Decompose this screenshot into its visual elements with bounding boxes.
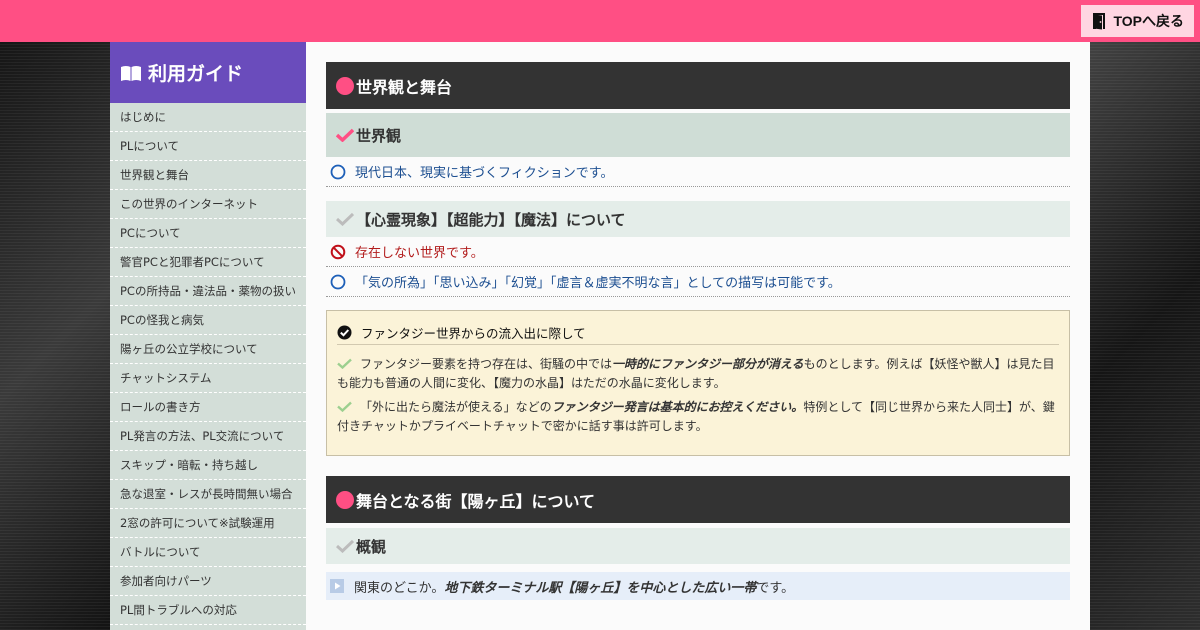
worldview-row: 現代日本、現実に基づくフィクションです。 [326, 157, 1070, 187]
supernatural-ok-text: 「気の所為」「思い込み」「幻覚」「虚言＆虚実不明な言」としての描写は可能です。 [355, 276, 841, 291]
subheading-worldview: 世界観 [326, 113, 1070, 157]
sidebar-item-injury[interactable]: PCの怪我と病気 [110, 306, 306, 335]
sidebar-nav: はじめに PLについて 世界観と舞台 この世界のインターネット PCについて 警… [110, 103, 306, 625]
check-icon [337, 358, 352, 369]
check-icon [336, 128, 354, 142]
sidebar-item-world[interactable]: 世界観と舞台 [110, 161, 306, 190]
top-return-label: TOPへ戻る [1113, 13, 1184, 29]
sidebar: 利用ガイド はじめに PLについて 世界観と舞台 この世界のインターネット PC… [110, 42, 306, 630]
check-icon [337, 401, 352, 412]
sidebar-item-parts[interactable]: 参加者向けパーツ [110, 567, 306, 596]
sidebar-item-leave[interactable]: 急な退室・レスが長時間無い場合 [110, 480, 306, 509]
sidebar-item-role[interactable]: ロールの書き方 [110, 393, 306, 422]
sidebar-item-items[interactable]: PCの所持品・違法品・薬物の扱い [110, 277, 306, 306]
check-icon [336, 539, 354, 553]
main-content: 世界観と舞台 世界観 現代日本、現実に基づくフィクションです。 【心霊現象】【超… [306, 42, 1090, 630]
sidebar-item-chat[interactable]: チャットシステム [110, 364, 306, 393]
sidebar-item-battle[interactable]: バトルについて [110, 538, 306, 567]
sidebar-item-skip[interactable]: スキップ・暗転・持ち越し [110, 451, 306, 480]
subheading-title: 【心霊現象】【超能力】【魔法】について [356, 210, 626, 229]
overview-emphasis: 地下鉄ターミナル駅【陽ヶ丘】を中心とした広い一帯 [444, 580, 757, 596]
top-bar: TOPへ戻る [0, 0, 1200, 42]
note-title-text: ファンタジー世界からの流入出に際して [361, 326, 586, 341]
fantasy-note-box: ファンタジー世界からの流入出に際して ファンタジー要素を持つ存在は、街騒の中では… [326, 310, 1070, 456]
sidebar-item-school[interactable]: 陽ヶ丘の公立学校について [110, 335, 306, 364]
sidebar-header: 利用ガイド [110, 42, 306, 103]
circle-icon [330, 274, 346, 289]
note-text: 「外に出たら魔法が使える」などの [360, 400, 552, 414]
subheading-overview: 概観 [326, 528, 1070, 564]
overview-row: 関東のどこか。 地下鉄ターミナル駅【陽ヶ丘】を中心とした広い一帯 です。 [326, 572, 1070, 600]
check-icon [336, 212, 354, 226]
subheading-title: 世界観 [356, 126, 402, 145]
subheading-title: 概観 [356, 537, 387, 556]
note-emphasis: 一時的にファンタジー部分が消える [612, 357, 804, 371]
note-paragraph-2: 「外に出たら魔法が使える」などのファンタジー発言は基本的にお控えください。特例と… [337, 398, 1059, 436]
note-paragraph-1: ファンタジー要素を持つ存在は、街騒の中では一時的にファンタジー部分が消えるものと… [337, 355, 1059, 393]
top-return-button[interactable]: TOPへ戻る [1081, 5, 1194, 37]
check-circle-icon [337, 325, 352, 340]
section-heading-world: 世界観と舞台 [326, 62, 1070, 109]
sidebar-item-pl-talk[interactable]: PL発言の方法、PL交流について [110, 422, 306, 451]
section-title: 舞台となる街【陽ヶ丘】について [356, 491, 596, 511]
prohibited-icon [330, 244, 346, 259]
section-title: 世界観と舞台 [356, 77, 453, 97]
worldview-text: 現代日本、現実に基づくフィクションです。 [355, 166, 614, 181]
note-text: ファンタジー要素を持つ存在は、街騒の中では [360, 357, 613, 371]
pink-dot-icon [336, 490, 354, 509]
supernatural-no-text: 存在しない世界です。 [355, 246, 484, 261]
sidebar-item-trouble[interactable]: PL間トラブルへの対応 [110, 596, 306, 625]
supernatural-ok-row: 「気の所為」「思い込み」「幻覚」「虚言＆虚実不明な言」としての描写は可能です。 [326, 267, 1070, 297]
sidebar-item-police[interactable]: 警官PCと犯罪者PCについて [110, 248, 306, 277]
sidebar-item-two-windows[interactable]: 2窓の許可について※試験運用 [110, 509, 306, 538]
note-title: ファンタジー世界からの流入出に際して [337, 323, 1059, 345]
note-emphasis: ファンタジー発言は基本的にお控えください。 [551, 400, 804, 414]
door-icon [1093, 13, 1106, 30]
play-icon [330, 579, 344, 593]
book-icon [121, 65, 141, 81]
sidebar-title: 利用ガイド [148, 63, 244, 85]
circle-icon [330, 164, 346, 179]
sidebar-item-internet[interactable]: この世界のインターネット [110, 190, 306, 219]
sidebar-item-intro[interactable]: はじめに [110, 103, 306, 132]
supernatural-no-row: 存在しない世界です。 [326, 237, 1070, 267]
pink-dot-icon [336, 76, 354, 95]
subheading-supernatural: 【心霊現象】【超能力】【魔法】について [326, 201, 1070, 237]
sidebar-item-pl[interactable]: PLについて [110, 132, 306, 161]
sidebar-item-pc[interactable]: PCについて [110, 219, 306, 248]
overview-text: です。 [756, 580, 795, 596]
section-heading-town: 舞台となる街【陽ヶ丘】について [326, 476, 1070, 523]
overview-text: 関東のどこか。 [354, 580, 445, 596]
